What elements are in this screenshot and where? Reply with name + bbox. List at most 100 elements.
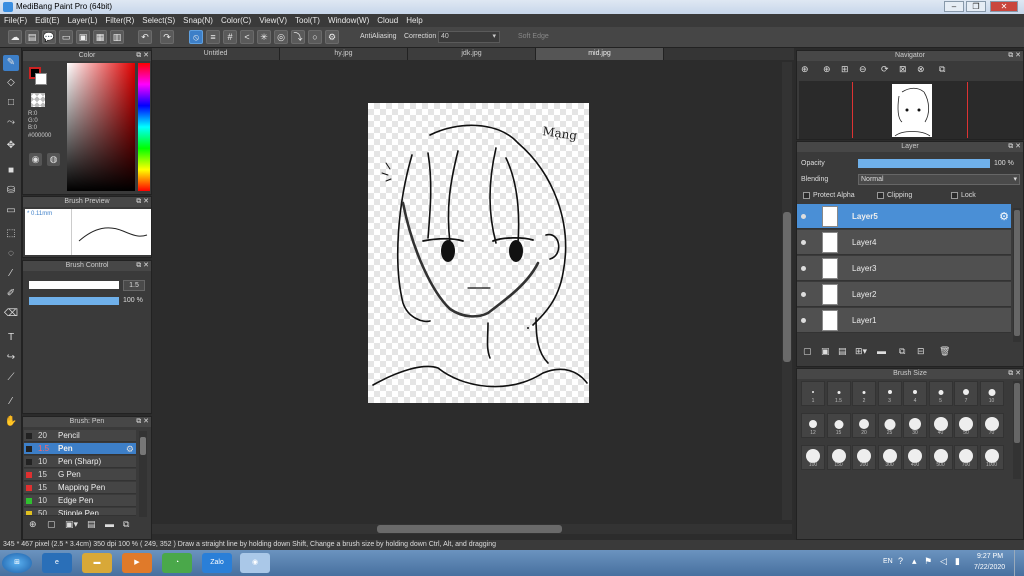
minimize-button[interactable]: –: [944, 1, 964, 12]
menu-window[interactable]: Window(W): [324, 14, 373, 25]
brush-size-option[interactable]: 40: [928, 413, 953, 438]
brush-size-option[interactable]: 15: [826, 413, 851, 438]
brush-new-icon[interactable]: ▤: [87, 519, 96, 530]
perspective-snap-icon[interactable]: <: [240, 30, 254, 44]
brush-size-option[interactable]: 1000: [979, 445, 1004, 470]
brush-size-option[interactable]: 300: [877, 445, 902, 470]
brush-size-option[interactable]: 700: [954, 445, 978, 470]
delete-layer-icon[interactable]: 🗑: [939, 346, 950, 357]
brush-item-pen[interactable]: 1.5 Pen ⚙: [24, 443, 136, 455]
brush-size-option[interactable]: 2: [852, 381, 876, 406]
eye-icon[interactable]: [801, 266, 806, 271]
brush-size-option[interactable]: 400: [903, 445, 927, 470]
gradient-tool-icon[interactable]: ▭: [3, 203, 19, 219]
reset-view-icon[interactable]: ⊠: [899, 64, 907, 75]
brush-size-value[interactable]: 1.5: [123, 280, 145, 291]
language-indicator[interactable]: EN: [883, 558, 893, 565]
brush-size-option[interactable]: 500: [928, 445, 953, 470]
brush-item-pen-sharp[interactable]: 10 Pen (Sharp): [24, 456, 136, 468]
eye-icon[interactable]: [801, 214, 806, 219]
brush-size-option[interactable]: 200: [852, 445, 876, 470]
flip-icon[interactable]: ⊗: [917, 64, 925, 75]
zalo-icon[interactable]: Zalo: [202, 553, 232, 573]
panel-buttons-icon[interactable]: ⧉ ✕: [136, 261, 149, 271]
brush-item-stipple-pen[interactable]: 50 Stipple Pen: [24, 508, 136, 516]
menu-help[interactable]: Help: [402, 14, 426, 25]
brush-size-option[interactable]: 30: [903, 413, 927, 438]
select-pen-tool-icon[interactable]: ✐: [3, 286, 19, 302]
menu-select[interactable]: Select(S): [138, 14, 179, 25]
circle-snap-icon[interactable]: ○: [308, 30, 322, 44]
cloud-icon[interactable]: ☁: [8, 30, 22, 44]
panel-buttons-icon[interactable]: ⧉ ✕: [136, 197, 149, 207]
brush-item-mapping-pen[interactable]: 15 Mapping Pen: [24, 482, 136, 494]
gear-icon[interactable]: ⚙: [126, 443, 134, 455]
eye-icon[interactable]: [801, 292, 806, 297]
brush-size-option[interactable]: 3: [877, 381, 902, 406]
select-tool-icon[interactable]: ⬚: [3, 226, 19, 242]
brush-copy-icon[interactable]: ▢: [47, 519, 56, 530]
concentric-snap-icon[interactable]: ◎: [274, 30, 288, 44]
show-desktop-button[interactable]: [1014, 550, 1024, 576]
layer-row[interactable]: Layer3: [797, 256, 1011, 281]
clipping-checkbox[interactable]: [877, 192, 884, 199]
bucket-tool-icon[interactable]: ⛁: [3, 183, 19, 199]
brush-folder-icon[interactable]: ▬: [105, 519, 114, 529]
brush-opacity-slider[interactable]: [29, 297, 119, 305]
menu-file[interactable]: File(F): [0, 14, 31, 25]
tab-hy[interactable]: hy.jpg: [280, 48, 408, 60]
hue-slider[interactable]: [138, 63, 150, 191]
brush-size-option[interactable]: 50: [954, 413, 978, 438]
hand-tool-icon[interactable]: ✋: [3, 414, 19, 430]
chrome-icon[interactable]: ◉: [240, 553, 270, 573]
zoom-in-alt-icon[interactable]: ⊕: [823, 64, 831, 75]
brush-settings-icon[interactable]: ▣▾: [65, 519, 78, 530]
menu-edit[interactable]: Edit(E): [31, 14, 63, 25]
help-icon[interactable]: ?: [898, 556, 903, 566]
canvas-vertical-scrollbar[interactable]: [782, 62, 792, 520]
brush-size-option[interactable]: 7: [954, 381, 978, 406]
magic-wand-tool-icon[interactable]: ⁄: [3, 266, 19, 282]
brush-size-slider[interactable]: [29, 281, 119, 289]
clock-time[interactable]: 9:27 PM: [977, 553, 1003, 560]
grid-snap-icon[interactable]: #: [223, 30, 237, 44]
clock-date[interactable]: 7/22/2020: [974, 564, 1005, 571]
color-settings-icon[interactable]: ◍: [47, 153, 60, 166]
layer-row[interactable]: Layer5 ⚙: [797, 204, 1011, 229]
redo-icon[interactable]: ↷: [160, 30, 174, 44]
brush-size-option[interactable]: 5: [928, 381, 953, 406]
brush-tool-icon[interactable]: ✎: [3, 55, 19, 71]
layer-opacity-slider[interactable]: [858, 159, 990, 168]
canvas-horizontal-scrollbar[interactable]: [152, 524, 792, 534]
new-halftone-layer-icon[interactable]: ▣: [821, 346, 830, 357]
undo-icon[interactable]: ↶: [138, 30, 152, 44]
brush-size-option[interactable]: 10: [979, 381, 1004, 406]
panel-buttons-icon[interactable]: ⧉ ✕: [1008, 51, 1021, 61]
tab-jdk[interactable]: jdk.jpg: [408, 48, 536, 60]
app-icon-green[interactable]: ◔: [162, 553, 192, 573]
tab-mid[interactable]: mid.jpg: [536, 48, 664, 60]
divide-tool-icon[interactable]: ⟋: [3, 370, 19, 386]
rect-tool-icon[interactable]: □: [3, 95, 19, 111]
new-8bit-layer-icon[interactable]: ▤: [838, 346, 847, 357]
menu-cloud[interactable]: Cloud: [373, 14, 402, 25]
blending-select[interactable]: Normal ▾: [858, 174, 1020, 185]
protect-alpha-checkbox[interactable]: [803, 192, 810, 199]
new-layer-icon[interactable]: ▢: [803, 346, 812, 357]
comment-icon[interactable]: 💬: [42, 30, 56, 44]
panel-buttons-icon[interactable]: ⧉ ✕: [1008, 369, 1021, 379]
open-icon[interactable]: ▭: [59, 30, 73, 44]
brush-size-option[interactable]: 100: [801, 445, 825, 470]
snap-off-icon[interactable]: ⦸: [189, 30, 203, 44]
select-eraser-tool-icon[interactable]: ⌫: [3, 306, 19, 322]
tab-untitled[interactable]: Untitled: [152, 48, 280, 60]
operation-tool-icon[interactable]: ↪: [3, 350, 19, 366]
correction-select[interactable]: 40 ▾: [438, 31, 500, 43]
lasso-tool-icon[interactable]: ◌: [3, 246, 19, 262]
brush-size-option[interactable]: 12: [801, 413, 825, 438]
layer-row[interactable]: Layer4: [797, 230, 1011, 255]
brush-item-g-pen[interactable]: 15 G Pen: [24, 469, 136, 481]
secondary-color-swatch[interactable]: [35, 73, 47, 85]
network-icon[interactable]: ▮: [955, 556, 960, 567]
duplicate-layer-icon[interactable]: ⧉: [899, 346, 905, 357]
